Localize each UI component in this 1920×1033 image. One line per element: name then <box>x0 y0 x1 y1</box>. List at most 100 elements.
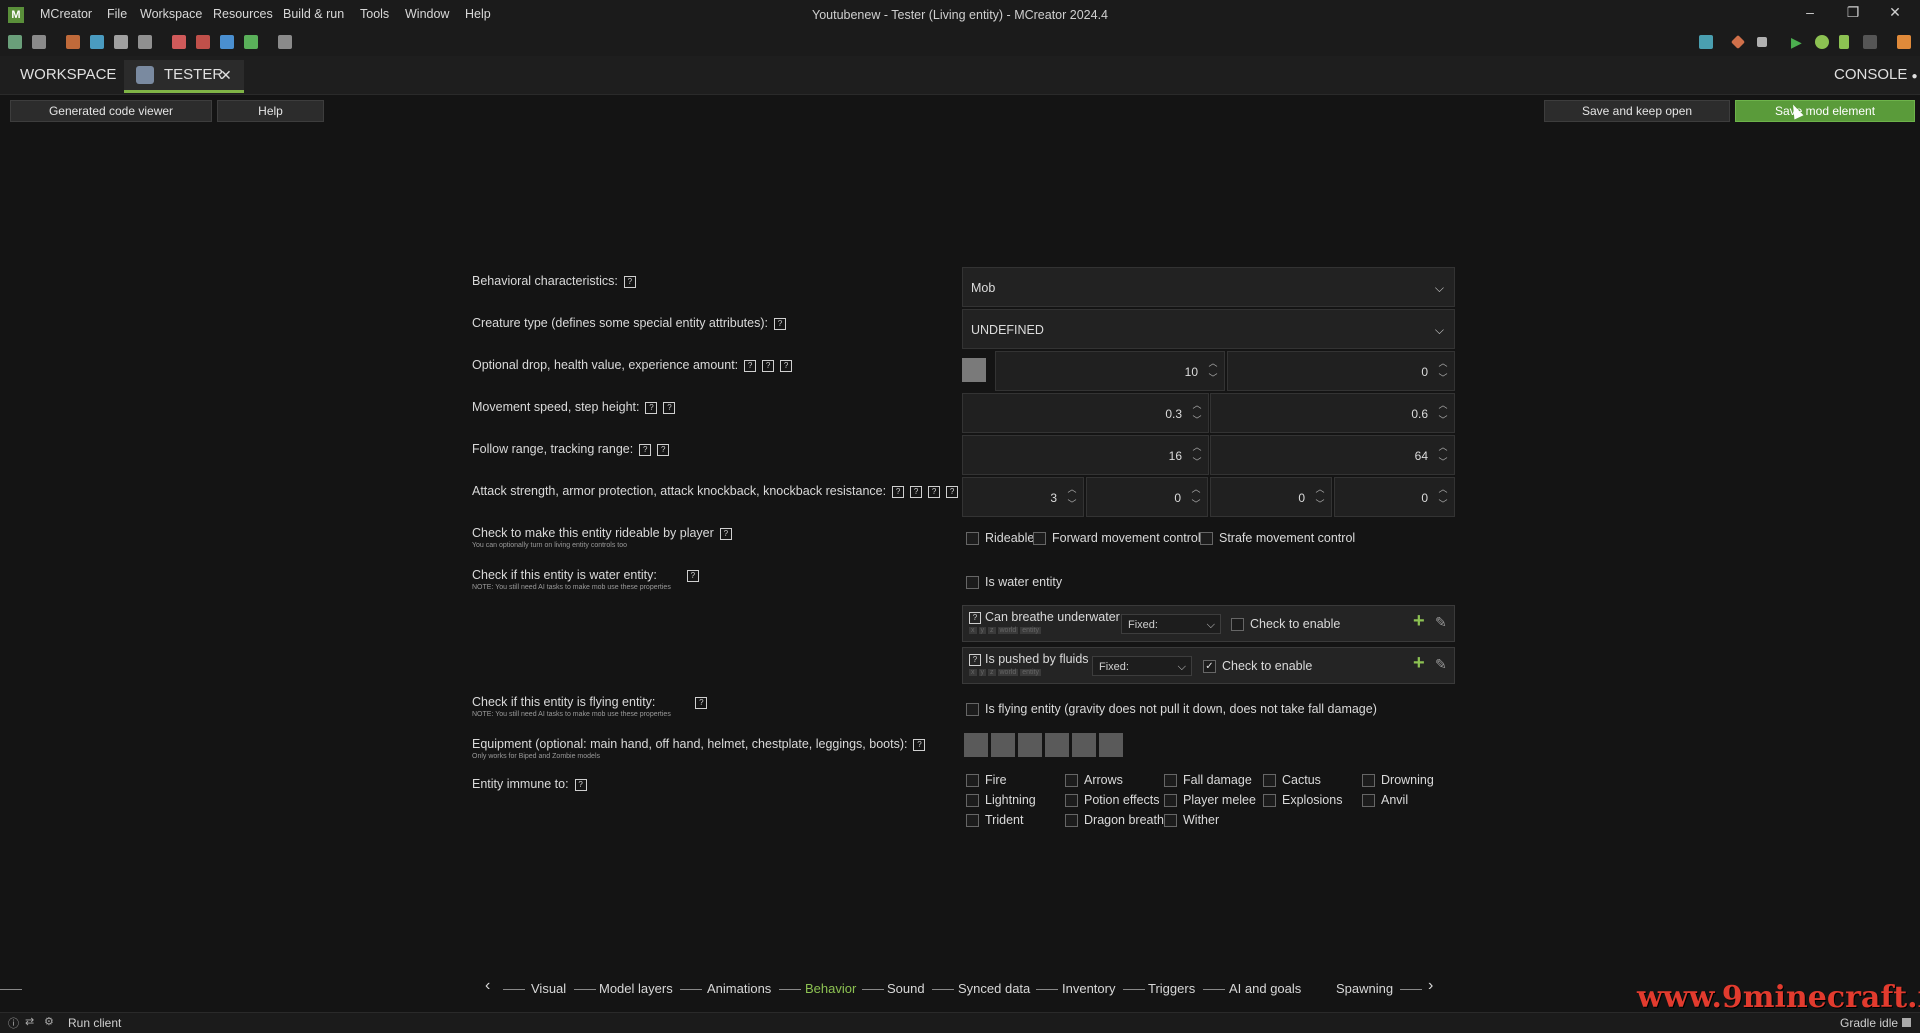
equipment-slot-offhand[interactable] <box>991 733 1015 757</box>
forward-control-checkbox[interactable]: Forward movement control <box>1033 531 1201 546</box>
immune-trident-checkbox[interactable]: Trident <box>966 813 1023 828</box>
workspace-icon[interactable] <box>8 35 22 49</box>
knockback-resistance-spinner[interactable]: 0 ︿ ﹀ <box>1334 477 1455 517</box>
nav-triggers[interactable]: Triggers <box>1148 981 1195 996</box>
block-icon[interactable] <box>172 35 186 49</box>
equipment-slot-boots[interactable] <box>1099 733 1123 757</box>
strafe-control-checkbox[interactable]: Strafe movement control <box>1200 531 1355 546</box>
checkbox-box[interactable] <box>966 703 979 717</box>
armor-spinner[interactable]: 0 ︿ ﹀ <box>1086 477 1208 517</box>
checkbox-box[interactable] <box>1033 532 1046 546</box>
nav-behavior[interactable]: Behavior <box>805 981 856 996</box>
checkbox-box[interactable] <box>1231 618 1244 632</box>
breathe-enable-checkbox[interactable]: Check to enable <box>1231 617 1340 632</box>
spinner-arrows-icon[interactable]: ︿ ﹀ <box>1065 482 1079 512</box>
knockback-spinner[interactable]: 0 ︿ ﹀ <box>1210 477 1332 517</box>
checkbox-box[interactable] <box>1263 774 1276 788</box>
step-height-spinner[interactable]: 0.6 ︿ ﹀ <box>1210 393 1455 433</box>
help-icon[interactable]: ? <box>946 485 959 498</box>
fluids-enable-checkbox[interactable]: ✓ Check to enable <box>1203 659 1312 674</box>
equipment-slot-mainhand[interactable] <box>964 733 988 757</box>
help-icon[interactable]: ? <box>780 359 793 372</box>
breathe-mode-dropdown[interactable]: Fixed: ⌵ <box>1121 614 1221 634</box>
help-icon[interactable]: ? <box>910 485 923 498</box>
spinner-arrows-icon[interactable]: ︿ ﹀ <box>1436 356 1450 386</box>
info-icon[interactable]: ⓘ <box>8 1015 19 1031</box>
immune-lightning-checkbox[interactable]: Lightning <box>966 793 1036 808</box>
nav-ai-goals[interactable]: AI and goals <box>1229 981 1301 996</box>
export-icon[interactable] <box>114 35 128 49</box>
spinner-arrows-icon[interactable]: ︿ ﹀ <box>1436 482 1450 512</box>
immune-wither-checkbox[interactable]: Wither <box>1164 813 1219 828</box>
checkbox-box[interactable] <box>1164 774 1177 788</box>
nav-spawning[interactable]: Spawning <box>1336 981 1393 996</box>
save-mod-element-button[interactable]: Save mod element <box>1735 100 1915 122</box>
debug-icon[interactable] <box>1815 35 1829 49</box>
help-icon[interactable]: ? <box>969 611 981 624</box>
checkbox-box[interactable] <box>1362 794 1375 808</box>
nav-model-layers[interactable]: Model layers <box>599 981 673 996</box>
spinner-arrows-icon[interactable]: ︿ ﹀ <box>1190 440 1204 470</box>
tab-workspace[interactable]: WORKSPACE <box>20 60 116 90</box>
checkbox-box[interactable] <box>1164 794 1177 808</box>
spinner-arrows-icon[interactable]: ︿ ﹀ <box>1189 482 1203 512</box>
generated-code-viewer-button[interactable]: Generated code viewer <box>10 100 212 122</box>
help-icon[interactable]: ? <box>639 443 652 456</box>
help-icon[interactable]: ? <box>695 696 708 709</box>
folder-icon[interactable] <box>1699 35 1713 49</box>
help-icon[interactable]: ? <box>663 401 676 414</box>
nav-sound[interactable]: Sound <box>887 981 925 996</box>
hammer-icon[interactable] <box>1757 37 1767 47</box>
creature-type-dropdown[interactable]: UNDEFINED ⌵ <box>962 309 1455 349</box>
share-icon[interactable]: ⇄ <box>25 1015 34 1028</box>
immune-drowning-checkbox[interactable]: Drowning <box>1362 773 1434 788</box>
checkbox-box[interactable] <box>966 794 979 808</box>
immune-fall-damage-checkbox[interactable]: Fall damage <box>1164 773 1252 788</box>
attack-strength-spinner[interactable]: 3 ︿ ﹀ <box>962 477 1084 517</box>
add-procedure-icon[interactable]: + <box>1413 610 1425 633</box>
structure-icon[interactable] <box>278 35 292 49</box>
checkbox-box[interactable] <box>1263 794 1276 808</box>
import-icon[interactable] <box>138 35 152 49</box>
help-icon[interactable]: ? <box>623 275 636 288</box>
immune-fire-checkbox[interactable]: Fire <box>966 773 1007 788</box>
close-window-icon[interactable]: ✕ <box>1880 4 1910 24</box>
help-icon[interactable]: ? <box>928 485 941 498</box>
checkbox-box[interactable] <box>1065 814 1078 828</box>
save-keep-open-button[interactable]: Save and keep open <box>1544 100 1730 122</box>
rideable-checkbox[interactable]: Rideable <box>966 531 1034 546</box>
checkbox-box[interactable] <box>1200 532 1213 546</box>
help-icon[interactable]: ? <box>773 317 786 330</box>
grid-icon[interactable] <box>220 35 234 49</box>
help-icon[interactable]: ? <box>969 653 981 666</box>
immune-player-melee-checkbox[interactable]: Player melee <box>1164 793 1256 808</box>
code-icon[interactable] <box>32 35 46 49</box>
sync-icon[interactable] <box>90 35 104 49</box>
follow-range-spinner[interactable]: 16 ︿ ﹀ <box>962 435 1209 475</box>
immune-anvil-checkbox[interactable]: Anvil <box>1362 793 1408 808</box>
texture-icon[interactable] <box>66 35 80 49</box>
export-mod-icon[interactable] <box>1897 35 1911 49</box>
fluids-mode-dropdown[interactable]: Fixed: ⌵ <box>1092 656 1192 676</box>
immune-explosions-checkbox[interactable]: Explosions <box>1263 793 1342 808</box>
run-icon[interactable]: ▶ <box>1791 34 1802 51</box>
water-entity-checkbox[interactable]: Is water entity <box>966 575 1062 590</box>
recipe-icon[interactable] <box>244 35 258 49</box>
spinner-arrows-icon[interactable]: ︿ ﹀ <box>1436 440 1450 470</box>
behavioral-dropdown[interactable]: Mob ⌵ <box>962 267 1455 307</box>
checkbox-box[interactable] <box>1362 774 1375 788</box>
nav-visual[interactable]: Visual <box>531 981 566 996</box>
immune-potion-effects-checkbox[interactable]: Potion effects <box>1065 793 1160 808</box>
item-icon[interactable] <box>196 35 210 49</box>
checkbox-box[interactable] <box>1164 814 1177 828</box>
help-icon[interactable]: ? <box>686 569 699 582</box>
help-icon[interactable]: ? <box>913 738 926 751</box>
stop-icon[interactable] <box>1863 35 1877 49</box>
edit-procedure-icon[interactable]: ✎ <box>1435 656 1447 673</box>
tab-tester[interactable]: TESTER ✕ <box>124 60 244 93</box>
health-spinner[interactable]: 10 ︿ ﹀ <box>995 351 1225 391</box>
movement-speed-spinner[interactable]: 0.3 ︿ ﹀ <box>962 393 1209 433</box>
drop-item-slot[interactable] <box>962 358 986 382</box>
help-icon[interactable]: ? <box>744 359 757 372</box>
checkbox-box[interactable] <box>1065 794 1078 808</box>
